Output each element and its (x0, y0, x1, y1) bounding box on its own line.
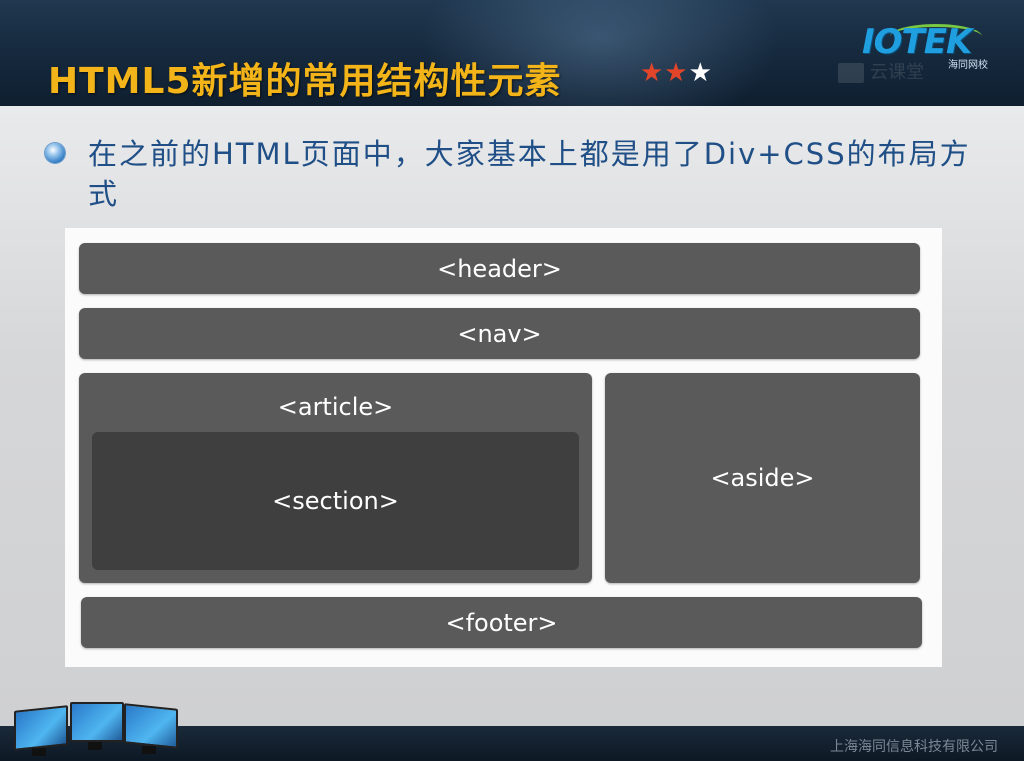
bullet-text: 在之前的HTML页面中，大家基本上都是用了Div+CSS的布局方式 (88, 137, 971, 211)
header-block-label: <header> (437, 254, 562, 283)
monitor-icon (124, 703, 178, 749)
watermark-icon (838, 63, 864, 83)
iotek-logo: IOTEK 海同网校 (862, 22, 1002, 72)
monitor-stand (142, 746, 156, 754)
nav-block: <nav> (79, 308, 920, 359)
aside-block: <aside> (605, 373, 920, 583)
nav-block-label: <nav> (457, 319, 542, 348)
title-banner: HTML5新增的常用结构性元素 ★★★ 云课堂 IOTEK 海同网校 (0, 0, 1024, 106)
bullet-icon (45, 143, 65, 163)
difficulty-rating: ★★★ (640, 58, 713, 88)
star-empty-icon: ★ (688, 58, 713, 88)
header-block: <header> (79, 243, 920, 294)
monitors-decoration (10, 700, 180, 760)
section-block: <section> (92, 432, 579, 570)
monitor-stand (88, 742, 102, 750)
monitor-icon (14, 705, 68, 751)
slide-title: HTML5新增的常用结构性元素 (48, 61, 562, 102)
article-block-label: <article> (277, 393, 394, 421)
logo-subtitle: 海同网校 (948, 60, 988, 71)
article-block: <article> <section> (79, 373, 592, 583)
monitor-icon (70, 702, 124, 742)
star-filled-icon: ★★ (640, 58, 689, 88)
footer-block-label: <footer> (445, 608, 558, 637)
section-block-label: <section> (272, 487, 399, 515)
footer-block: <footer> (81, 597, 922, 648)
company-name: 上海海同信息科技有限公司 (830, 739, 998, 755)
aside-block-label: <aside> (710, 464, 815, 492)
layout-diagram: <header> <nav> <article> <section> <asid… (65, 228, 942, 667)
monitor-stand (32, 748, 46, 756)
